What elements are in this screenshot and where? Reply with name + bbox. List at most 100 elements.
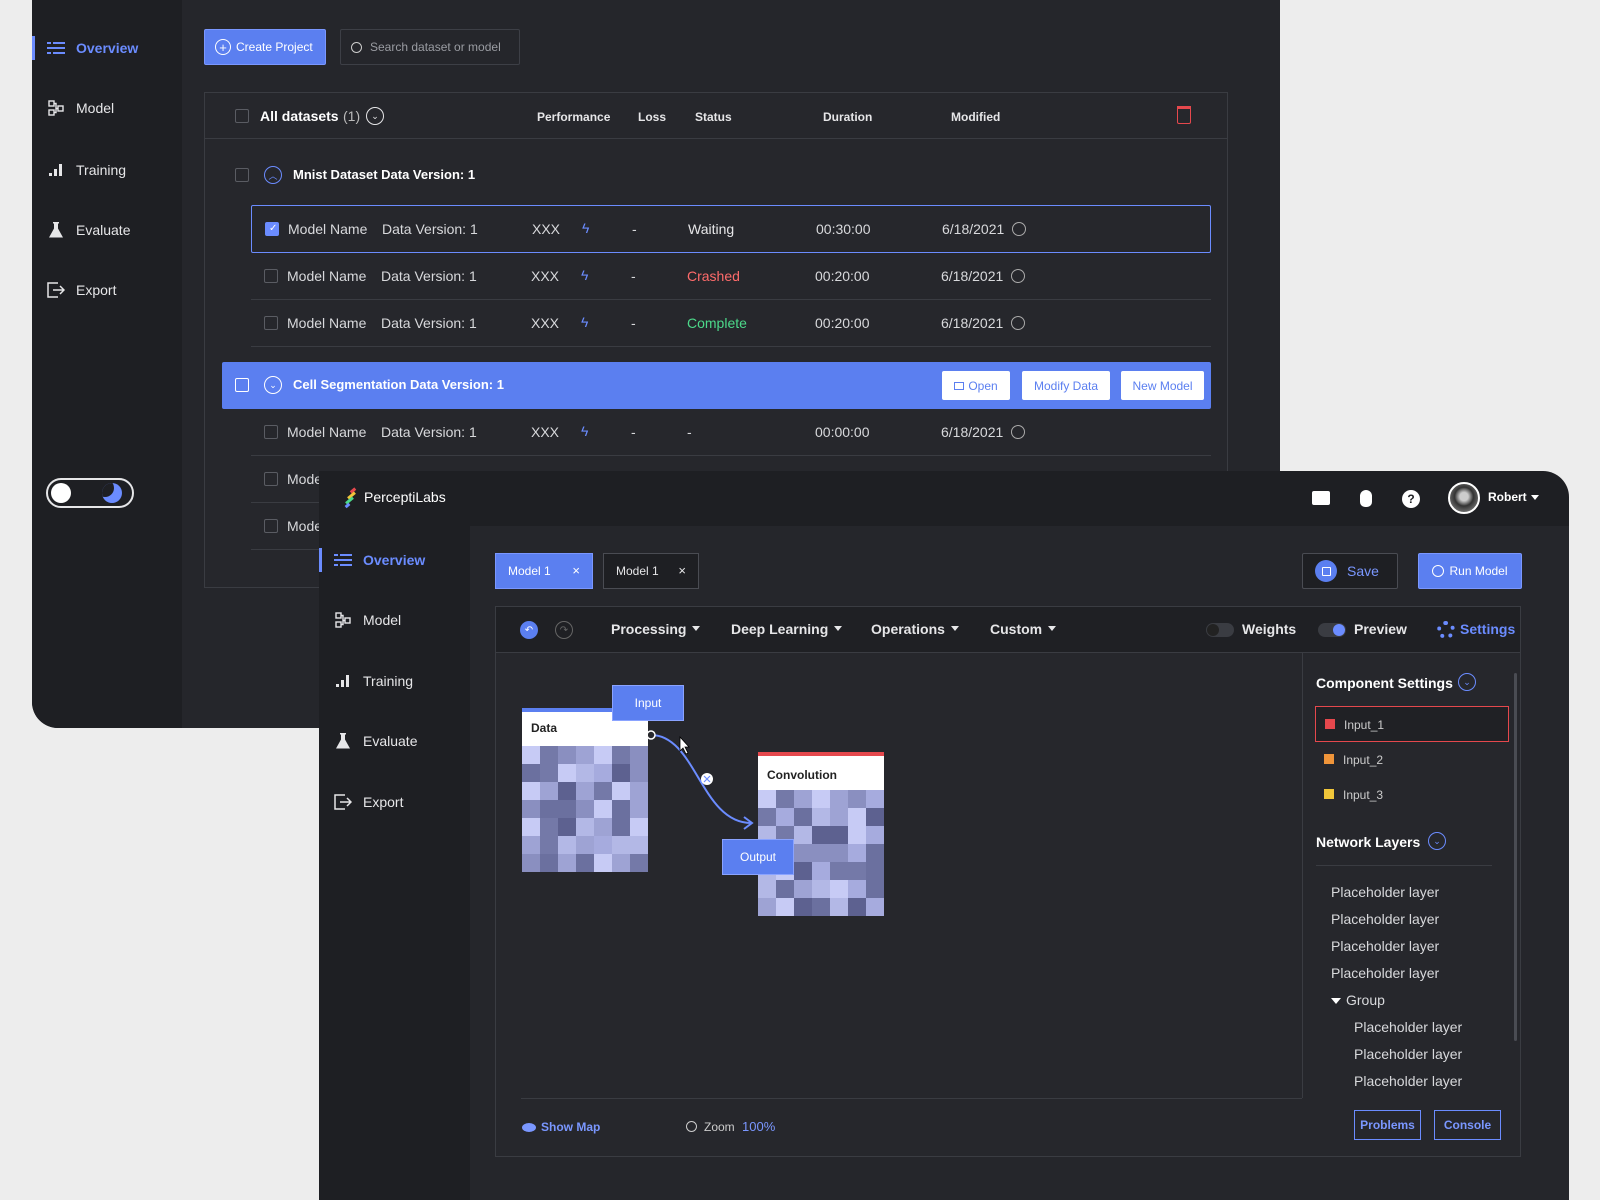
tab-model-1-inactive[interactable]: Model 1 ×: [603, 553, 699, 589]
performance: XXX: [531, 268, 560, 284]
row-checkbox[interactable]: [264, 519, 278, 533]
input-item-2[interactable]: Input_2: [1315, 742, 1509, 778]
user-name[interactable]: Robert: [1488, 490, 1527, 504]
history-icon[interactable]: [1012, 222, 1026, 236]
search-input[interactable]: Search dataset or model: [340, 29, 520, 65]
zoom-icon: [686, 1121, 697, 1132]
redo-icon[interactable]: ↷: [555, 621, 573, 639]
input-item-1[interactable]: Input_1: [1315, 706, 1509, 742]
input-item-3[interactable]: Input_3: [1315, 777, 1509, 813]
save-button[interactable]: Save: [1302, 553, 1398, 589]
history-icon[interactable]: [1011, 425, 1025, 439]
show-map-button[interactable]: Show Map: [522, 1120, 600, 1134]
modify-data-button[interactable]: Modify Data: [1022, 371, 1110, 400]
group-checkbox[interactable]: [235, 378, 249, 392]
front-nav-evaluate[interactable]: Evaluate: [319, 721, 469, 761]
convolution-node[interactable]: Convolution: [758, 752, 884, 916]
settings-link[interactable]: Settings: [1460, 621, 1515, 637]
problems-button[interactable]: Problems: [1354, 1110, 1421, 1140]
front-nav-export[interactable]: Export: [319, 782, 469, 822]
history-icon[interactable]: [1011, 316, 1025, 330]
tab-model-1[interactable]: Model 1 ×: [495, 553, 593, 589]
history-icon[interactable]: [1011, 269, 1025, 283]
group-label[interactable]: Group: [1346, 992, 1385, 1008]
trash-icon[interactable]: [1177, 106, 1191, 124]
run-model-label: Run Model: [1449, 564, 1508, 578]
open-button[interactable]: Open: [942, 371, 1010, 400]
duration: 00:20:00: [815, 315, 870, 331]
output-tag[interactable]: Output: [722, 839, 794, 875]
chevron-down-circle-icon[interactable]: ⌄: [1458, 673, 1476, 691]
run-model-button[interactable]: Run Model: [1418, 553, 1522, 589]
layer-item[interactable]: Placeholder layer: [1354, 1073, 1462, 1089]
undo-icon[interactable]: ↶: [520, 621, 538, 639]
back-nav-overview[interactable]: Overview: [32, 28, 182, 68]
panel-scrollbar[interactable]: [1514, 673, 1517, 1041]
row-checkbox[interactable]: ✓: [265, 222, 279, 236]
chevron-down-circle-icon[interactable]: ⌄: [264, 376, 282, 394]
canvas[interactable]: Data Input Convolution Output: [496, 653, 1302, 1098]
back-nav-training[interactable]: Training: [32, 150, 182, 190]
row-checkbox[interactable]: [264, 425, 278, 439]
data-version: Data Version: 1: [382, 221, 478, 237]
help-icon[interactable]: ?: [1402, 490, 1420, 508]
table-row[interactable]: Model Name Data Version: 1 XXX ϟ - - 00:…: [251, 409, 1211, 456]
data-version: Data Version: 1: [381, 424, 477, 440]
col-modified: Modified: [951, 110, 1001, 124]
row-checkbox[interactable]: [264, 269, 278, 283]
zoom-value[interactable]: 100%: [742, 1119, 775, 1134]
create-project-button[interactable]: + Create Project: [204, 29, 326, 65]
user-dropdown-icon[interactable]: [1531, 495, 1539, 504]
layer-item[interactable]: Placeholder layer: [1331, 938, 1439, 954]
theme-toggle[interactable]: [46, 478, 134, 508]
bug-icon[interactable]: [1360, 490, 1372, 507]
layer-item[interactable]: Placeholder layer: [1354, 1046, 1462, 1062]
data-node[interactable]: Data: [522, 708, 648, 872]
chevron-down-circle-icon[interactable]: ⌄: [1428, 832, 1446, 850]
plus-circle-icon: +: [215, 39, 231, 55]
layer-item[interactable]: Placeholder layer: [1331, 965, 1439, 981]
editor-footer: Show Map Zoom 100% Problems Console: [496, 1098, 1520, 1156]
close-icon[interactable]: ×: [572, 563, 580, 578]
select-all-checkbox[interactable]: [235, 109, 249, 123]
color-swatch: [1324, 789, 1334, 799]
close-icon[interactable]: ×: [678, 563, 686, 578]
menu-processing[interactable]: Processing: [611, 621, 700, 637]
table-row[interactable]: ✓ Model Name Data Version: 1 XXX ϟ - Wai…: [251, 205, 1211, 253]
layer-item[interactable]: Placeholder layer: [1354, 1019, 1462, 1035]
table-row[interactable]: Model Name Data Version: 1 XXX ϟ - Compl…: [251, 300, 1211, 347]
input-tag[interactable]: Input: [612, 685, 684, 721]
group-checkbox[interactable]: [235, 168, 249, 182]
menu-custom[interactable]: Custom: [990, 621, 1056, 637]
avatar[interactable]: [1448, 482, 1480, 514]
duration: 00:20:00: [815, 268, 870, 284]
front-nav-training[interactable]: Training: [319, 661, 469, 701]
chat-icon[interactable]: [1312, 491, 1330, 505]
app-name: PerceptiLabs: [364, 489, 446, 505]
color-swatch: [1324, 754, 1334, 764]
new-model-button[interactable]: New Model: [1121, 371, 1204, 400]
datasets-count: (1): [343, 108, 361, 124]
front-nav-model[interactable]: Model: [319, 600, 469, 640]
chevron-up-circle-icon[interactable]: ︿: [264, 166, 282, 184]
table-row[interactable]: Model Name Data Version: 1 XXX ϟ - Crash…: [251, 253, 1211, 300]
menu-operations[interactable]: Operations: [871, 621, 959, 637]
gear-icon[interactable]: [1437, 621, 1455, 639]
group-caret-icon[interactable]: [1331, 998, 1341, 1009]
console-button[interactable]: Console: [1434, 1110, 1501, 1140]
layer-item[interactable]: Placeholder layer: [1331, 911, 1439, 927]
training-icon: [333, 671, 353, 691]
back-nav-model[interactable]: Model: [32, 88, 182, 128]
back-nav-export[interactable]: Export: [32, 270, 182, 310]
chevron-down-circle-icon[interactable]: ⌄: [366, 107, 384, 125]
row-checkbox[interactable]: [264, 472, 278, 486]
weights-toggle[interactable]: [1206, 623, 1234, 637]
preview-toggle[interactable]: [1318, 623, 1346, 637]
data-version: Data Version: 1: [381, 315, 477, 331]
front-nav-overview[interactable]: Overview: [319, 540, 469, 580]
group-cell-segmentation[interactable]: ⌄ Cell Segmentation Data Version: 1 Open…: [222, 362, 1211, 409]
row-checkbox[interactable]: [264, 316, 278, 330]
menu-deep-learning[interactable]: Deep Learning: [731, 621, 842, 637]
layer-item[interactable]: Placeholder layer: [1331, 884, 1439, 900]
back-nav-evaluate[interactable]: Evaluate: [32, 210, 182, 250]
